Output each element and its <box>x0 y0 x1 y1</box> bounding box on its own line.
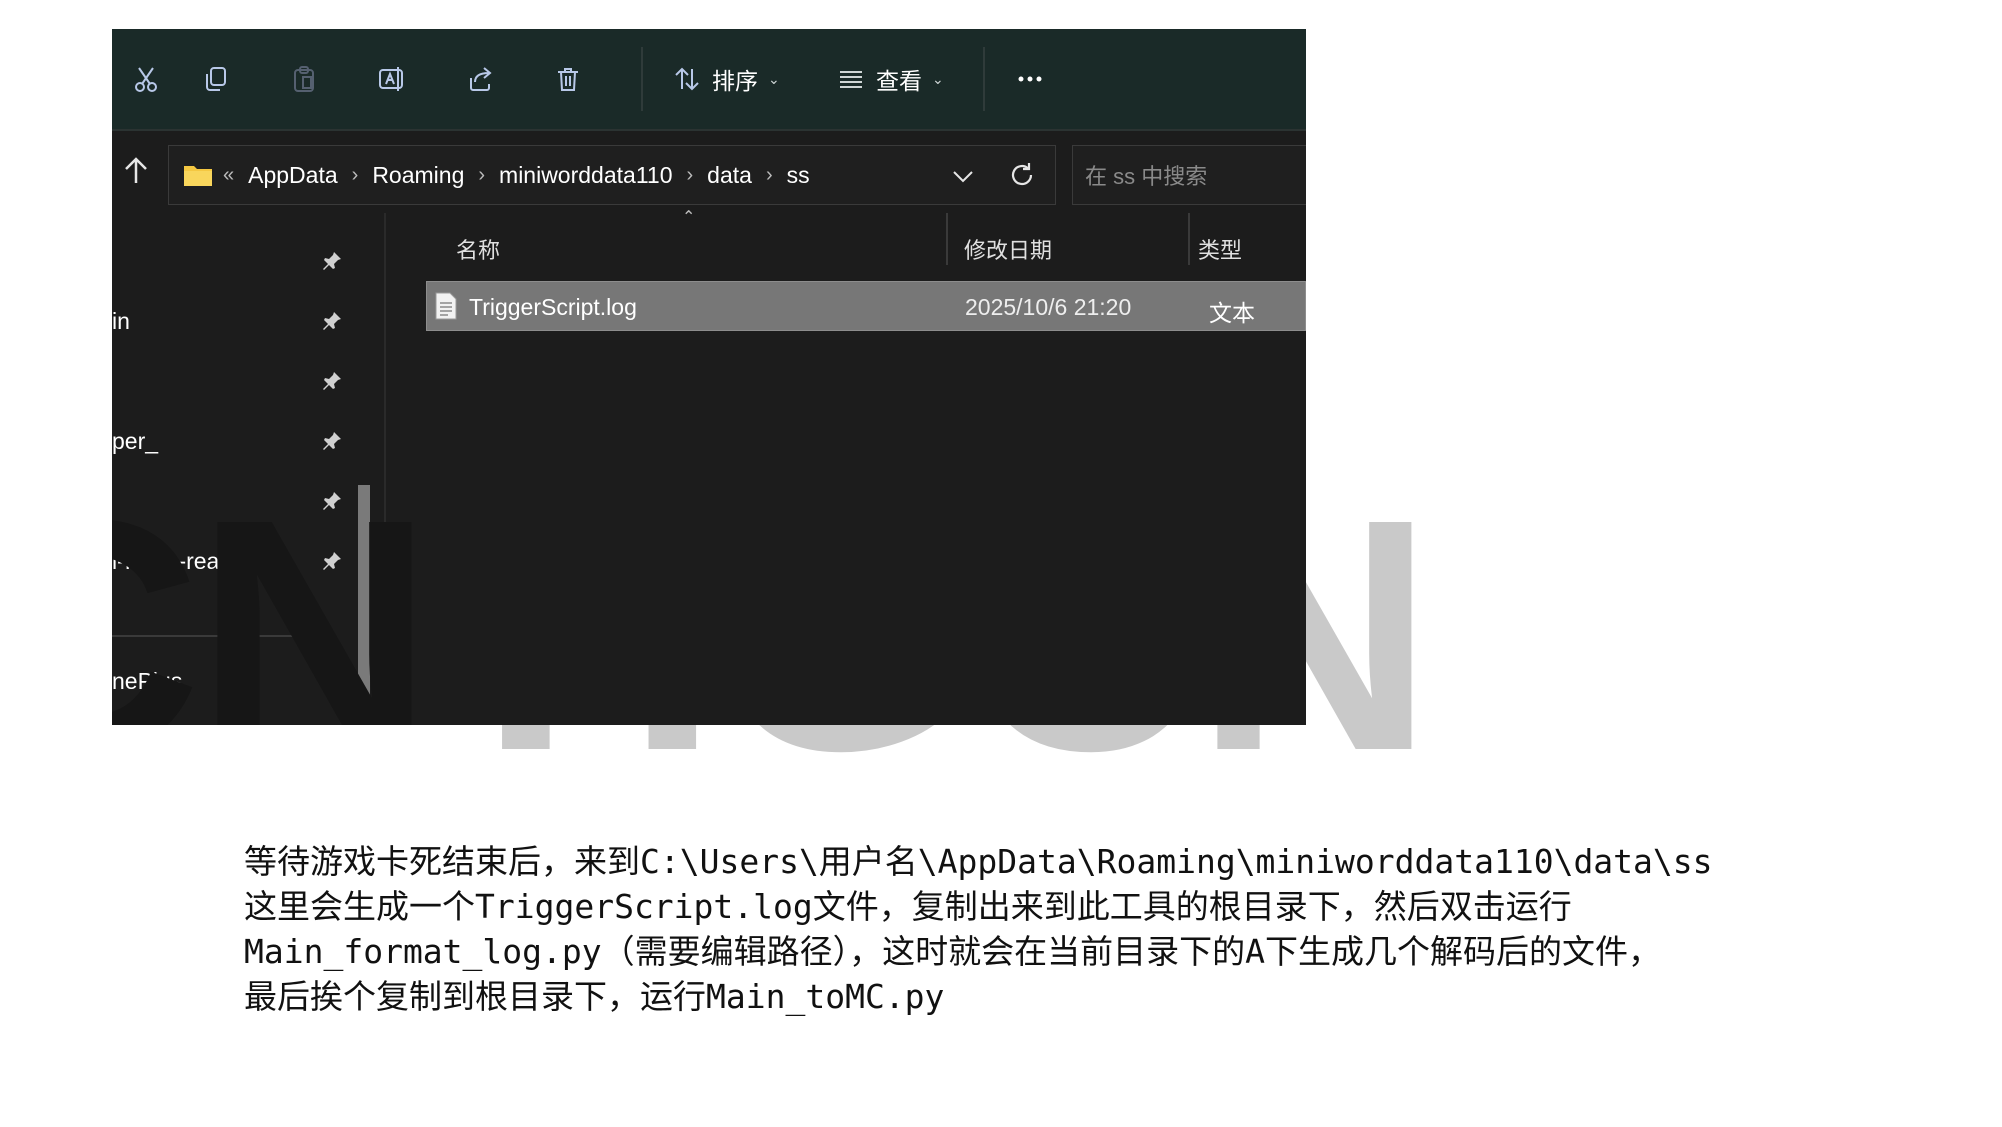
quick-access-item[interactable]: in <box>112 301 352 341</box>
breadcrumb-appdata[interactable]: AppData <box>248 162 338 189</box>
search-input[interactable]: 在 ss 中搜索 <box>1072 145 1306 205</box>
quick-access-item[interactable] <box>112 361 352 401</box>
breadcrumb-ss[interactable]: ss <box>787 162 810 189</box>
pin-icon[interactable] <box>320 249 344 273</box>
text-file-icon <box>435 292 457 320</box>
cut-icon[interactable] <box>118 51 174 107</box>
view-menu-button[interactable]: 查看 ⌄ <box>836 51 944 107</box>
column-header-type[interactable]: 类型 <box>1198 233 1242 265</box>
column-header-name[interactable]: 名称 <box>456 233 500 265</box>
toolbar-divider <box>641 47 643 111</box>
instruction-line: 等待游戏卡死结束后，来到C:\Users\用户名\AppData\Roaming… <box>244 842 1713 881</box>
quick-access-item[interactable]: l-R-file-read-main <box>112 541 352 581</box>
more-icon[interactable] <box>1002 51 1058 107</box>
search-placeholder: 在 ss 中搜索 <box>1085 164 1208 189</box>
view-label: 查看 <box>876 68 922 94</box>
quick-access-item[interactable]: per_ <box>112 421 352 461</box>
sidebar-divider <box>112 635 334 637</box>
pin-icon[interactable] <box>320 369 344 393</box>
instruction-line: 最后挨个复制到根目录下，运行Main_toMC.py <box>244 977 945 1016</box>
address-bar[interactable]: « AppData › Roaming › miniworddata110 › … <box>168 145 1056 205</box>
breadcrumb-separator: › <box>686 163 694 186</box>
sort-label: 排序 <box>712 68 758 94</box>
breadcrumb-roaming[interactable]: Roaming <box>372 162 464 189</box>
pin-icon[interactable] <box>320 309 344 333</box>
breadcrumb-separator: › <box>478 163 486 186</box>
instruction-line: 这里会生成一个TriggerScript.log文件，复制出来到此工具的根目录下… <box>244 887 1572 926</box>
chevron-down-icon: ⌄ <box>932 70 944 87</box>
pin-icon[interactable] <box>320 429 344 453</box>
breadcrumb-miniworddata110[interactable]: miniworddata110 <box>499 162 672 189</box>
file-list: ⌃ 名称 修改日期 类型 TriggerScript.log 2025/10/6… <box>402 209 1306 725</box>
command-bar: 排序 ⌄ 查看 ⌄ <box>112 29 1306 131</box>
chevron-down-icon[interactable] <box>949 162 977 190</box>
up-arrow-icon[interactable] <box>116 151 156 191</box>
file-modified: 2025/10/6 21:20 <box>965 294 1132 320</box>
share-icon[interactable] <box>452 51 508 107</box>
refresh-icon[interactable] <box>1007 160 1037 190</box>
quick-access-item[interactable] <box>112 241 352 281</box>
breadcrumb-data[interactable]: data <box>707 162 752 189</box>
toolbar-divider <box>983 47 985 111</box>
quick-access-item[interactable] <box>112 481 352 521</box>
breadcrumb-separator: › <box>351 163 359 186</box>
column-divider[interactable] <box>1188 213 1190 265</box>
file-type: 文本 <box>1209 300 1255 326</box>
sort-menu-button[interactable]: 排序 ⌄ <box>672 51 780 107</box>
instruction-text: 等待游戏卡死结束后，来到C:\Users\用户名\AppData\Roaming… <box>244 839 1944 1019</box>
column-header-modified[interactable]: 修改日期 <box>964 233 1052 265</box>
instruction-line: Main_format_log.py（需要编辑路径），这时就会在当前目录下的A下… <box>244 932 1661 971</box>
sort-icon <box>675 67 699 91</box>
paste-icon[interactable] <box>276 51 332 107</box>
copy-icon[interactable] <box>188 51 244 107</box>
address-row: « AppData › Roaming › miniworddata110 › … <box>112 131 1306 211</box>
sidebar-item-neplus[interactable]: nePlus <box>112 661 352 701</box>
view-icon <box>840 71 862 88</box>
chevron-down-icon: ⌄ <box>768 70 780 87</box>
sort-ascending-icon: ⌃ <box>682 209 696 226</box>
file-name: TriggerScript.log <box>469 294 637 320</box>
pin-icon[interactable] <box>320 489 344 513</box>
table-row[interactable]: TriggerScript.log 2025/10/6 21:20 文本 <box>426 281 1306 331</box>
sidebar-scrollbar[interactable] <box>358 485 370 725</box>
overflow-chevron-icon[interactable]: « <box>223 164 234 187</box>
delete-icon[interactable] <box>540 51 596 107</box>
column-divider[interactable] <box>946 213 948 265</box>
file-explorer-window: 排序 ⌄ 查看 ⌄ « AppData › Roaming › miniword… <box>112 29 1306 725</box>
breadcrumb-separator: › <box>765 163 773 186</box>
navigation-pane: in per_ l-R-file-read-main nePlus <box>112 213 402 725</box>
pane-splitter[interactable] <box>384 213 386 725</box>
pin-icon[interactable] <box>320 549 344 573</box>
folder-icon <box>184 166 212 186</box>
rename-icon[interactable] <box>364 51 420 107</box>
